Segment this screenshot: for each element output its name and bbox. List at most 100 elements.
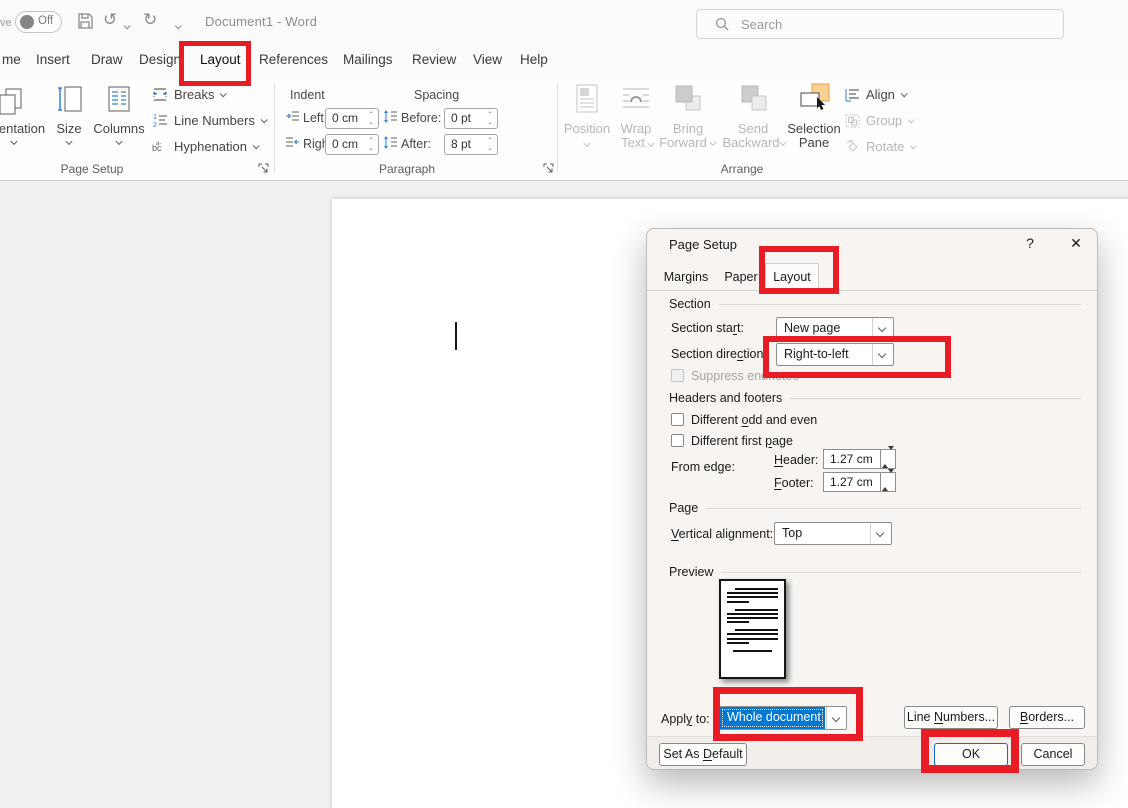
different-first-page-label: Different first page <box>691 434 793 448</box>
breaks-button[interactable]: Breaks <box>152 87 225 102</box>
spacing-after-label: After: <box>401 137 431 151</box>
indent-header: Indent <box>290 88 325 102</box>
position-label[interactable]: Position <box>564 121 610 136</box>
headers-footers-group-header: Headers and footers <box>669 391 1081 405</box>
spin-down-icon[interactable]: ⌄ <box>485 121 495 126</box>
spin-down-icon[interactable]: ⌄ <box>366 121 376 126</box>
customize-qat-icon[interactable] <box>175 16 180 38</box>
close-icon[interactable]: ✕ <box>1065 235 1087 252</box>
wrap-text-label-2[interactable]: Text <box>621 135 645 150</box>
spin-up-icon[interactable]: ⌃ <box>366 113 376 118</box>
toggle-knob-icon <box>20 15 34 29</box>
annotation-box-section-direction <box>763 336 951 378</box>
bring-forward-icon <box>674 84 702 112</box>
send-backward-label-2[interactable]: Backward <box>722 135 779 150</box>
annotation-box-layout-tab <box>179 41 251 86</box>
search-icon <box>715 17 729 31</box>
tab-design[interactable]: Design <box>139 52 181 67</box>
selection-pane-label-2[interactable]: Pane <box>799 135 829 150</box>
search-input[interactable]: Search <box>696 9 1064 39</box>
tab-home-fragment[interactable]: me <box>2 52 21 67</box>
rotate-button[interactable]: Rotate <box>845 139 915 154</box>
indent-right-input[interactable]: 0 cm ⌃⌄ <box>325 134 379 155</box>
different-odd-even-label: Different odd and even <box>691 413 817 427</box>
tab-draw[interactable]: Draw <box>91 52 123 67</box>
align-chevron-icon <box>901 90 908 97</box>
cancel-button[interactable]: Cancel <box>1021 743 1085 766</box>
annotation-box-ok <box>921 729 1019 773</box>
different-odd-even-checkbox[interactable] <box>671 413 684 426</box>
spinner-arrows-icon[interactable] <box>880 473 895 491</box>
header-distance-input[interactable]: 1.27 cm <box>823 449 896 469</box>
columns-icon[interactable] <box>106 85 132 115</box>
spacing-after-input[interactable]: 8 pt ⌃⌄ <box>444 134 498 155</box>
apply-to-label: Apply to: <box>661 712 710 726</box>
bring-forward-label-1[interactable]: Bring <box>673 121 703 136</box>
footer-distance-input[interactable]: 1.27 cm <box>823 472 896 492</box>
rotate-icon <box>845 140 860 154</box>
spin-down-icon[interactable]: ⌄ <box>366 147 376 152</box>
spacing-after-icon <box>383 136 398 149</box>
preview-page-thumbnail <box>719 579 786 679</box>
hyphenation-label: Hyphenation <box>174 139 247 154</box>
vertical-alignment-select[interactable]: Top <box>774 522 892 545</box>
send-backward-label-1[interactable]: Send <box>738 121 768 136</box>
dialog-tab-paper[interactable]: Paper <box>717 265 765 290</box>
borders-button[interactable]: Borders... <box>1009 706 1085 729</box>
line-numbers-chevron-icon <box>261 116 268 123</box>
dialog-tab-margins[interactable]: Margins <box>655 265 717 290</box>
spin-down-icon[interactable]: ⌄ <box>485 147 495 152</box>
different-first-page-checkbox[interactable] <box>671 434 684 447</box>
line-numbers-dialog-button[interactable]: Line Numbers... <box>904 706 998 729</box>
tab-help[interactable]: Help <box>520 52 548 67</box>
spacing-before-label: Before: <box>401 111 441 125</box>
size-label[interactable]: Size <box>56 121 81 136</box>
autosave-toggle[interactable]: Off <box>15 11 62 33</box>
breaks-chevron-icon <box>220 90 227 97</box>
columns-label[interactable]: Columns <box>93 121 144 136</box>
selection-pane-label-1[interactable]: Selection <box>787 121 840 136</box>
line-numbers-button[interactable]: 12 Line Numbers <box>152 113 266 128</box>
group-icon <box>845 114 860 128</box>
align-icon <box>845 88 860 102</box>
chevron-down-icon[interactable] <box>870 523 891 544</box>
help-icon[interactable]: ? <box>1019 235 1041 251</box>
undo-dropdown-icon[interactable] <box>124 16 129 38</box>
align-button[interactable]: Align <box>845 87 906 102</box>
tab-review[interactable]: Review <box>412 52 456 67</box>
orientation-label-fragment[interactable]: entation <box>0 121 45 136</box>
indent-left-input[interactable]: 0 cm ⌃⌄ <box>325 108 379 129</box>
tab-strip-divider <box>647 290 1097 291</box>
group-button[interactable]: Group <box>845 113 913 128</box>
section-group-header: Section <box>669 297 1081 311</box>
set-as-default-button[interactable]: Set As Default <box>659 743 747 766</box>
spin-up-icon[interactable]: ⌃ <box>485 113 495 118</box>
save-icon[interactable] <box>76 12 94 30</box>
spin-up-icon[interactable]: ⌃ <box>485 139 495 144</box>
paragraph-dialog-launcher[interactable] <box>543 163 555 175</box>
page-setup-dialog-launcher[interactable] <box>258 163 270 175</box>
tab-insert[interactable]: Insert <box>36 52 70 67</box>
autosave-state: Off <box>38 15 53 27</box>
suppress-endnotes-checkbox[interactable] <box>671 369 684 382</box>
tab-mailings[interactable]: Mailings <box>343 52 393 67</box>
page-group-header: Page <box>669 501 1081 515</box>
orientation-icon[interactable] <box>0 88 26 116</box>
footer-distance-label: Footer: <box>774 476 814 490</box>
page-setup-dialog: Page Setup ? ✕ Margins Paper Layout Sect… <box>646 228 1098 770</box>
spin-up-icon[interactable]: ⌃ <box>366 139 376 144</box>
tab-view[interactable]: View <box>473 52 502 67</box>
undo-icon[interactable]: ↺ <box>103 9 117 31</box>
spinner-arrows-icon[interactable] <box>880 450 895 468</box>
tab-references[interactable]: References <box>259 52 328 67</box>
redo-icon[interactable]: ↻ <box>143 9 157 31</box>
size-chevron-icon <box>65 138 72 145</box>
ribbon-tab-strip: me Insert Draw Design Layout References … <box>0 44 1128 80</box>
hyphenation-button[interactable]: bca- Hyphenation <box>152 139 258 154</box>
wrap-text-label-1[interactable]: Wrap <box>621 121 652 136</box>
spacing-before-input[interactable]: 0 pt ⌃⌄ <box>444 108 498 129</box>
hyphenation-chevron-icon <box>253 142 260 149</box>
bring-forward-label-2[interactable]: Forward <box>659 135 707 150</box>
size-icon[interactable] <box>57 85 83 115</box>
rotate-label: Rotate <box>866 139 904 154</box>
